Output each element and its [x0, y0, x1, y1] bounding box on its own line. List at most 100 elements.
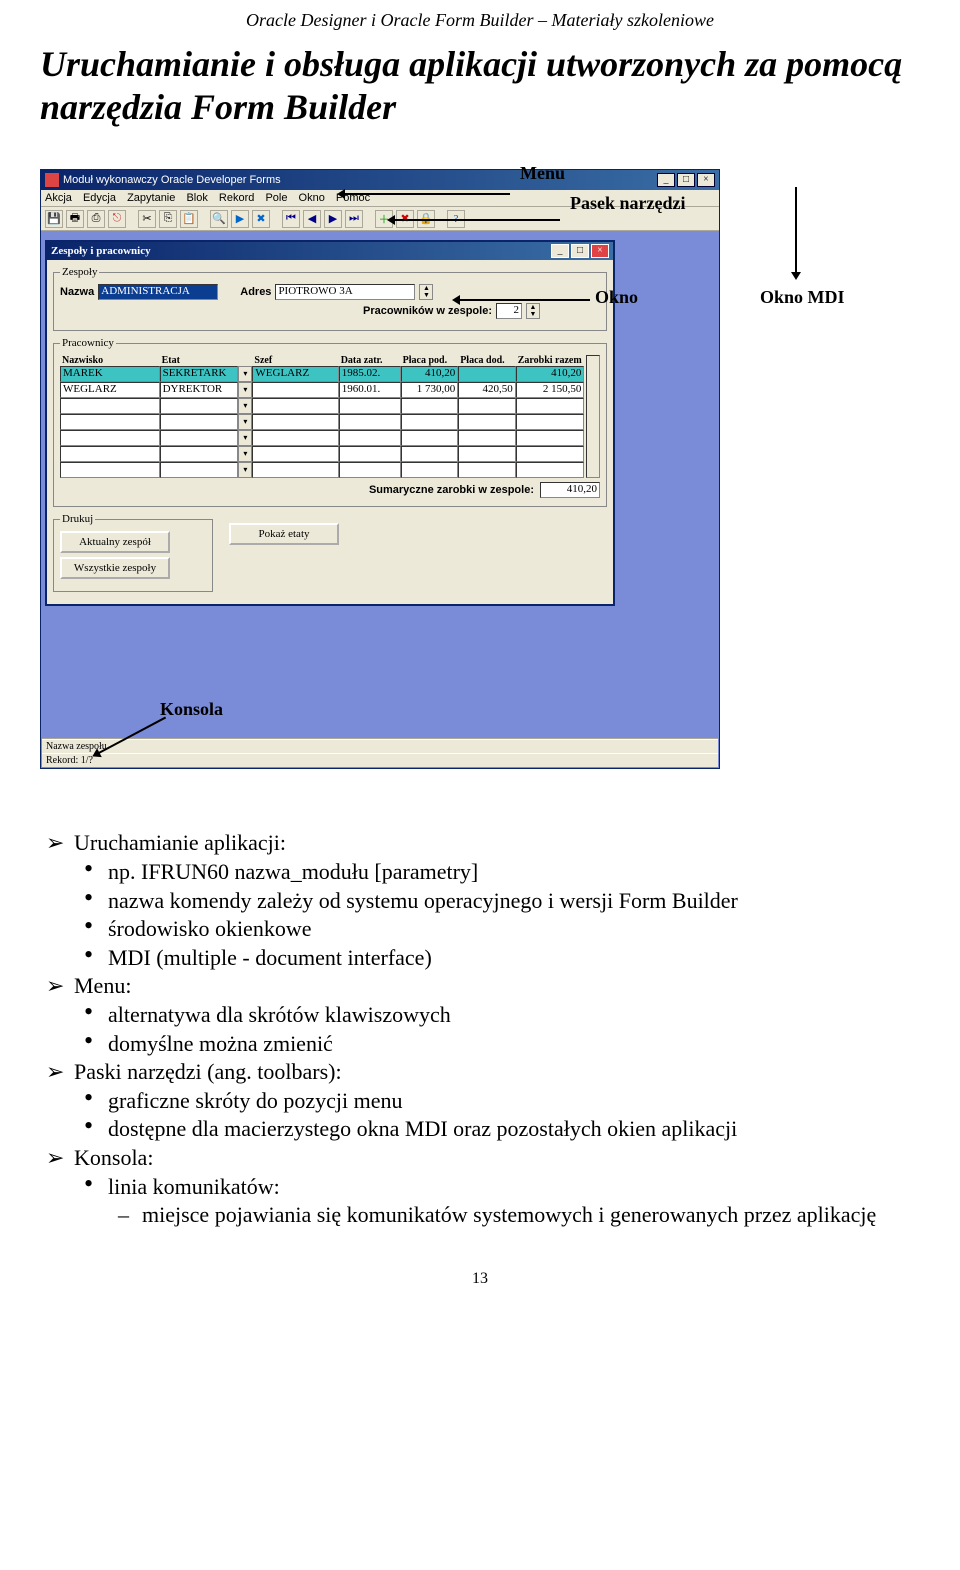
prev-block-icon[interactable]: ⏮ [282, 210, 300, 228]
col-etat: Etat [160, 355, 253, 366]
table-row[interactable]: ▾ [60, 398, 584, 414]
print-icon[interactable]: 🖶 [66, 210, 84, 228]
form-maximize-button[interactable]: □ [571, 244, 589, 258]
cell-data[interactable]: 1960.01. [339, 382, 401, 398]
arrow-mdi [795, 187, 797, 277]
etat-dropdown-icon[interactable]: ▾ [238, 398, 252, 414]
menu-edycja[interactable]: Edycja [83, 192, 116, 204]
menu-blok[interactable]: Blok [186, 192, 207, 204]
arrow-toolbar [390, 219, 560, 221]
adres-label: Adres [240, 286, 271, 298]
exit-icon[interactable]: ⎋ [108, 210, 126, 228]
prev-rec-icon[interactable]: ◀ [303, 210, 321, 228]
nazwa-field[interactable]: ADMINISTRACJA [98, 284, 218, 300]
table-row[interactable]: ▾ [60, 446, 584, 462]
menu-akcja[interactable]: Akcja [45, 192, 72, 204]
save-icon[interactable]: 💾 [45, 210, 63, 228]
col-nazwisko: Nazwisko [60, 355, 160, 366]
query-cancel-icon[interactable]: ✖ [252, 210, 270, 228]
prac-count-label: Pracowników w zespole: [363, 305, 492, 317]
col-razem: Zarobki razem [516, 355, 585, 366]
drukuj-group: Drukuj Aktualny zespół Wszystkie zespoły [53, 513, 213, 592]
form-close-button[interactable]: × [591, 244, 609, 258]
sum-label: Sumaryczne zarobki w zespole: [369, 484, 534, 496]
copy-icon[interactable]: ⎘ [159, 210, 177, 228]
page-title: Uruchamianie i obsługa aplikacji utworzo… [40, 43, 920, 129]
table-row[interactable]: WEGLARZ DYREKTOR▾ 1960.01. 1 730,00 420,… [60, 382, 584, 398]
zespol-spinner[interactable]: ▲▼ [419, 284, 433, 300]
print-current-button[interactable]: Aktualny zespół [60, 531, 170, 553]
cell-nazwisko[interactable]: WEGLARZ [60, 382, 160, 398]
maximize-button[interactable]: □ [677, 173, 695, 187]
etat-dropdown-icon[interactable]: ▾ [238, 382, 252, 398]
col-szef: Szef [252, 355, 338, 366]
prac-spinner[interactable]: ▲▼ [526, 303, 540, 319]
print-all-button[interactable]: Wszystkie zespoły [60, 557, 170, 579]
table-row[interactable]: ▾ [60, 414, 584, 430]
screenshot-figure: Moduł wykonawczy Oracle Developer Forms … [40, 169, 920, 769]
paste-icon[interactable]: 📋 [180, 210, 198, 228]
menu-okno[interactable]: Okno [299, 192, 325, 204]
pracownicy-legend: Pracownicy [60, 337, 116, 349]
cut-icon[interactable]: ✂ [138, 210, 156, 228]
show-etaty-button[interactable]: Pokaż etaty [229, 523, 339, 545]
item-uruchamianie: Uruchamianie aplikacji: np. IFRUN60 nazw… [74, 829, 920, 972]
cell-etat[interactable]: SEKRETARK [160, 366, 239, 382]
etat-dropdown-icon[interactable]: ▾ [238, 430, 252, 446]
list-item: np. IFRUN60 nazwa_modułu [parametry] [108, 858, 920, 887]
cell-razem[interactable]: 2 150,50 [516, 382, 585, 398]
annotation-toolbar: Pasek narzędzi [570, 193, 685, 214]
query-execute-icon[interactable]: ▶ [231, 210, 249, 228]
console-statusbar: Nazwa zespołu Rekord: 1/? [42, 738, 718, 767]
menu-pole[interactable]: Pole [265, 192, 287, 204]
etat-dropdown-icon[interactable]: ▾ [238, 462, 252, 478]
menu-zapytanie[interactable]: Zapytanie [127, 192, 175, 204]
cell-szef[interactable] [252, 382, 338, 398]
drukuj-legend: Drukuj [60, 513, 95, 525]
form-minimize-button[interactable]: _ [551, 244, 569, 258]
list-item: linia komunikatów: miejsce pojawiania si… [108, 1173, 920, 1230]
table-row[interactable]: MAREK SEKRETARK▾ WEGLARZ 1985.02. 410,20… [60, 366, 584, 382]
pracownicy-table: Nazwisko Etat Szef Data zatr. Płaca pod.… [60, 355, 584, 478]
query-enter-icon[interactable]: 🔍 [210, 210, 228, 228]
list-item: nazwa komendy zależy od systemu operacyj… [108, 887, 920, 916]
status-line1: Nazwa zespołu [42, 739, 718, 753]
cell-etat[interactable]: DYREKTOR [160, 382, 239, 398]
form-title: Zespoły i pracownicy [51, 245, 151, 257]
etat-dropdown-icon[interactable]: ▾ [238, 414, 252, 430]
minimize-button[interactable]: _ [657, 173, 675, 187]
table-row[interactable]: ▾ [60, 462, 584, 478]
next-block-icon[interactable]: ⏭ [345, 210, 363, 228]
list-item: środowisko okienkowe [108, 915, 920, 944]
cell-szef[interactable]: WEGLARZ [252, 366, 338, 382]
etat-dropdown-icon[interactable]: ▾ [238, 366, 252, 382]
etat-dropdown-icon[interactable]: ▾ [238, 446, 252, 462]
mdi-title: Moduł wykonawczy Oracle Developer Forms [63, 174, 281, 186]
arrow-menu [340, 193, 510, 195]
table-scrollbar[interactable] [586, 355, 600, 478]
page-number: 13 [40, 1270, 920, 1288]
status-line2: Rekord: 1/? [42, 753, 718, 767]
cell-ppod[interactable]: 1 730,00 [401, 382, 459, 398]
adres-field[interactable]: PIOTROWO 3A [275, 284, 415, 300]
list-item: dostępne dla macierzystego okna MDI oraz… [108, 1115, 920, 1144]
close-button[interactable]: × [697, 173, 715, 187]
item-konsola: Konsola: linia komunikatów: miejsce poja… [74, 1144, 920, 1230]
mdi-titlebar: Moduł wykonawczy Oracle Developer Forms … [41, 170, 719, 190]
cell-ppod[interactable]: 410,20 [401, 366, 459, 382]
col-pdod: Płaca dod. [458, 355, 516, 366]
cell-pdod[interactable]: 420,50 [458, 382, 516, 398]
prac-count-field[interactable]: 2 [496, 303, 522, 319]
cell-data[interactable]: 1985.02. [339, 366, 401, 382]
menu-rekord[interactable]: Rekord [219, 192, 254, 204]
cell-pdod[interactable] [458, 366, 516, 382]
body-text: Uruchamianie aplikacji: np. IFRUN60 nazw… [40, 829, 920, 1229]
cell-razem[interactable]: 410,20 [516, 366, 585, 382]
cell-nazwisko[interactable]: MAREK [60, 366, 160, 382]
mdi-window: Moduł wykonawczy Oracle Developer Forms … [40, 169, 720, 769]
next-rec-icon[interactable]: ▶ [324, 210, 342, 228]
table-row[interactable]: ▾ [60, 430, 584, 446]
app-icon [45, 173, 59, 187]
print-setup-icon[interactable]: ⎙ [87, 210, 105, 228]
form-titlebar: Zespoły i pracownicy _ □ × [47, 242, 613, 260]
